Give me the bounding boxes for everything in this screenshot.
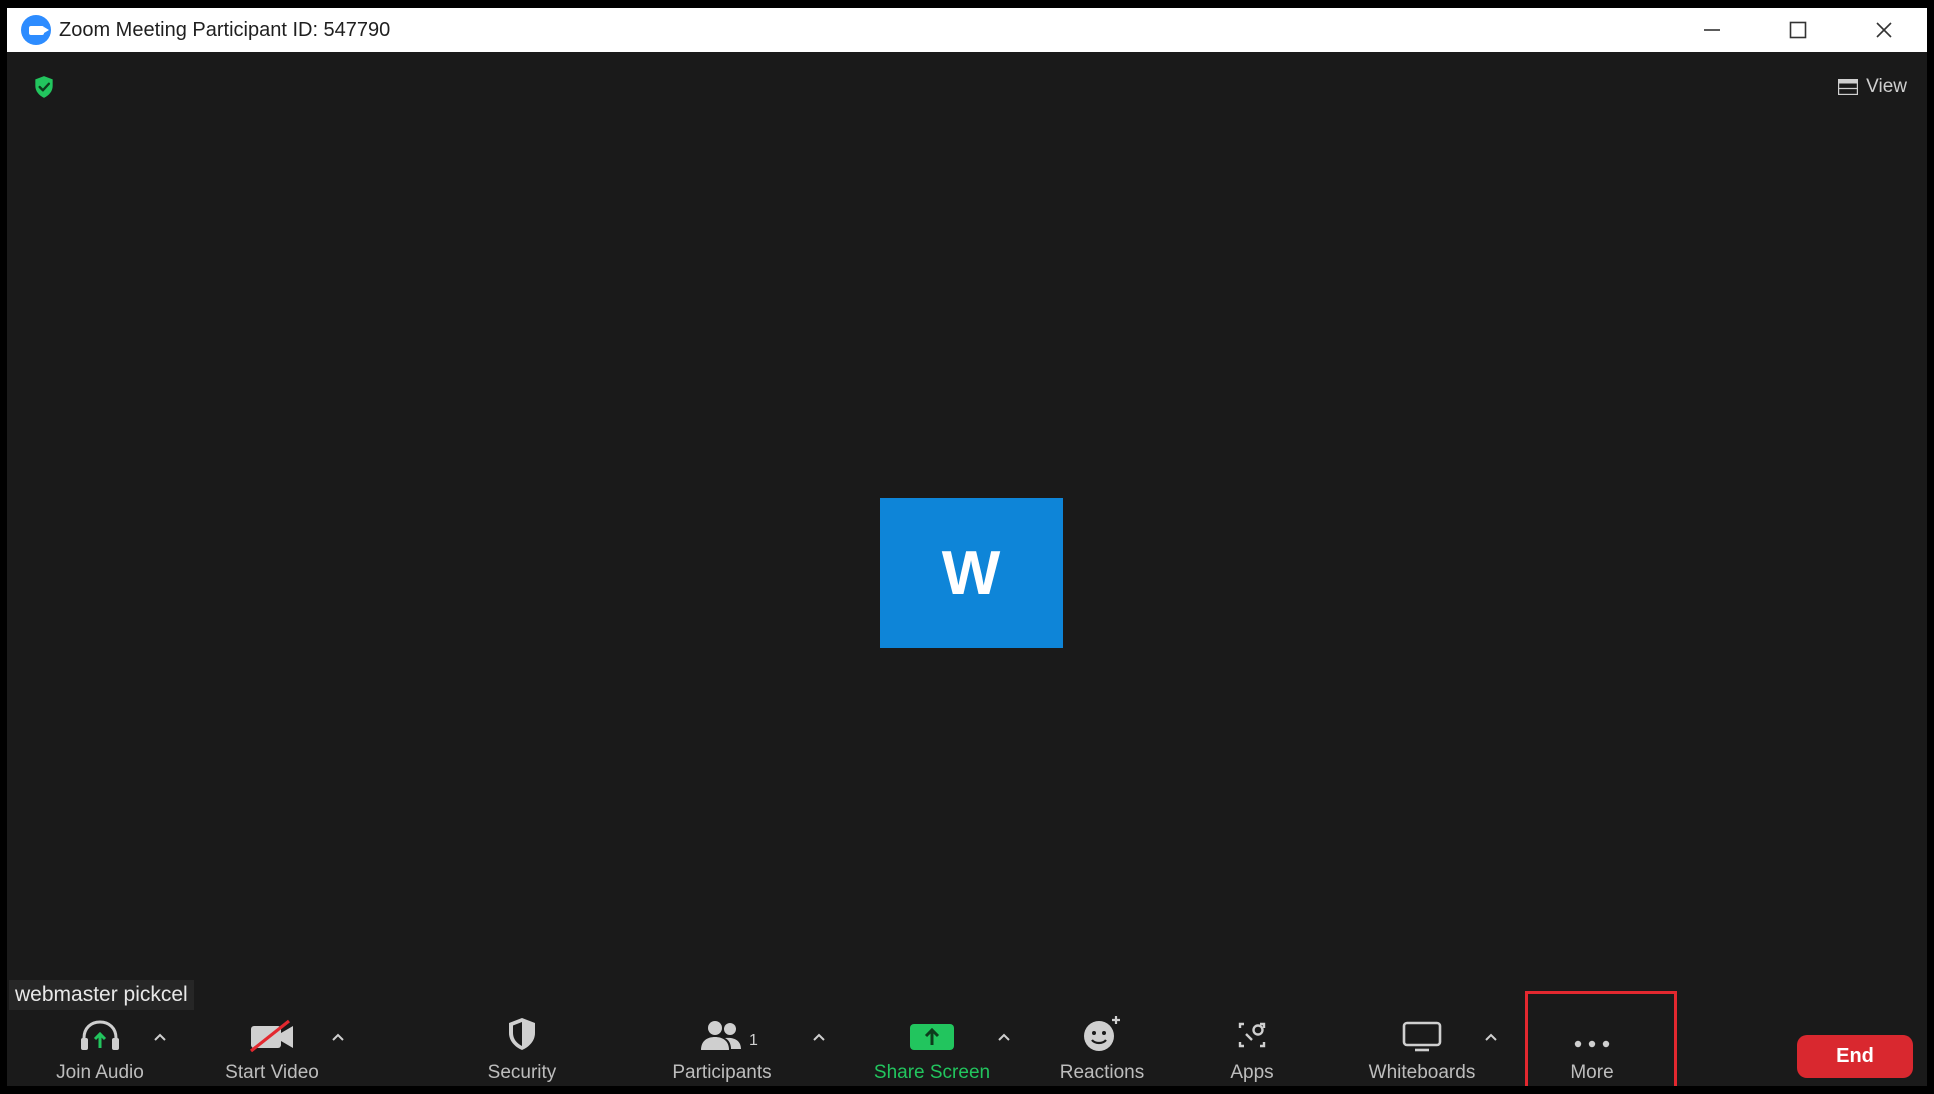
participant-avatar: W (880, 498, 1063, 648)
share-screen-label: Share Screen (873, 1062, 991, 1083)
end-meeting-button[interactable]: End (1797, 1035, 1913, 1078)
window-title: Zoom Meeting Participant ID: 547790 (59, 18, 391, 41)
participants-options-caret[interactable] (810, 1028, 828, 1046)
whiteboard-icon (1402, 1021, 1442, 1052)
share-screen-button[interactable]: Share Screen (857, 1012, 1007, 1086)
security-shield-icon (509, 1018, 535, 1050)
minimize-icon (1704, 29, 1720, 31)
chevron-up-icon (1485, 1033, 1497, 1041)
join-audio-label: Join Audio (56, 1062, 144, 1083)
close-icon (1876, 22, 1892, 38)
start-video-button[interactable]: Start Video (207, 1012, 337, 1086)
maximize-icon (1789, 21, 1807, 39)
view-button[interactable]: View (1832, 72, 1913, 102)
audio-options-caret[interactable] (151, 1028, 169, 1046)
apps-icon (1238, 1022, 1266, 1048)
join-audio-button[interactable]: Join Audio (35, 1012, 165, 1086)
apps-label: Apps (1230, 1062, 1274, 1083)
chevron-up-icon (813, 1033, 825, 1041)
reactions-label: Reactions (1059, 1062, 1145, 1083)
chevron-up-icon (998, 1033, 1010, 1041)
close-button[interactable] (1841, 8, 1927, 52)
encryption-shield-icon[interactable] (31, 74, 57, 100)
participants-button[interactable]: Participants (647, 1012, 797, 1086)
video-options-caret[interactable] (329, 1028, 347, 1046)
participants-label: Participants (672, 1062, 772, 1083)
more-button-highlight-box (1525, 991, 1677, 1086)
title-bar: Zoom Meeting Participant ID: 547790 (7, 8, 1927, 52)
start-video-label: Start Video (225, 1062, 319, 1083)
headphones-icon (81, 1020, 119, 1050)
whiteboards-options-caret[interactable] (1482, 1028, 1500, 1046)
reactions-emoji-icon (1084, 1016, 1120, 1051)
share-options-caret[interactable] (995, 1028, 1013, 1046)
avatar-initial: W (941, 538, 1002, 608)
share-screen-icon (910, 1024, 954, 1050)
zoom-window: Zoom Meeting Participant ID: 547790 View… (7, 8, 1927, 1086)
reactions-button[interactable]: Reactions (1037, 1012, 1167, 1086)
view-grid-icon (1838, 79, 1859, 95)
security-button[interactable]: Security (457, 1012, 587, 1086)
whiteboards-button[interactable]: Whiteboards (1347, 1012, 1497, 1086)
apps-button[interactable]: Apps (1187, 1012, 1317, 1086)
whiteboards-label: Whiteboards (1368, 1062, 1476, 1083)
video-off-icon (250, 1019, 293, 1052)
zoom-logo-icon (21, 15, 51, 45)
participants-count: 1 (749, 1032, 758, 1049)
participant-name-tag: webmaster pickcel (9, 980, 194, 1010)
minimize-button[interactable] (1669, 8, 1755, 52)
chevron-up-icon (332, 1033, 344, 1041)
security-label: Security (487, 1062, 557, 1083)
view-label: View (1866, 76, 1907, 97)
chevron-up-icon (154, 1033, 166, 1041)
window-controls (1669, 8, 1927, 52)
participants-icon (701, 1021, 741, 1050)
maximize-button[interactable] (1755, 8, 1841, 52)
